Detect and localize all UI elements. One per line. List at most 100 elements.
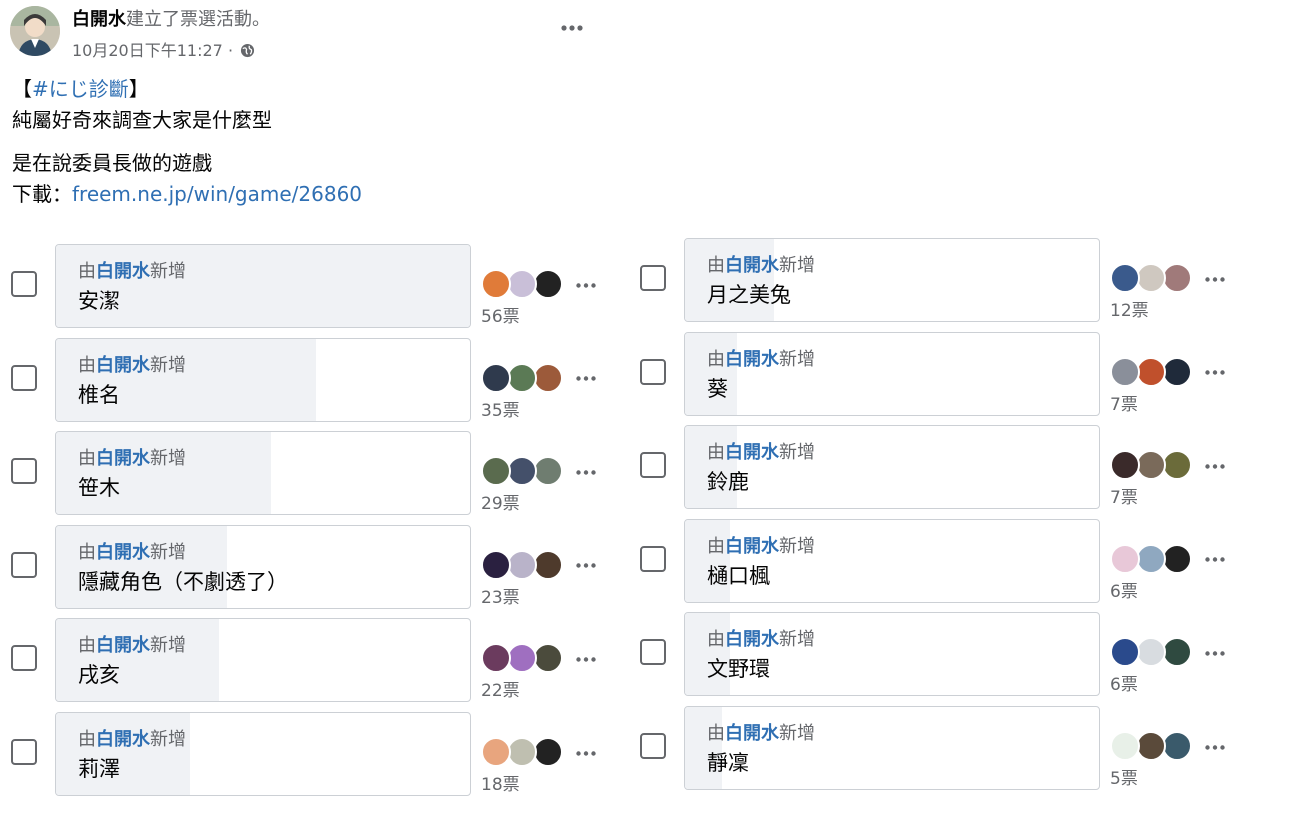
voter-avatars[interactable] [481,362,569,395]
added-by-name[interactable]: 白開水 [725,723,779,744]
voter-avatars[interactable] [1110,637,1198,669]
vote-count[interactable]: 7票 [1110,390,1138,415]
voter-avatar [481,643,511,674]
added-suffix: 新增 [779,255,815,276]
post-text-line2: 純屬好奇來調查大家是什麼型 [12,108,272,132]
added-prefix: 由 [707,535,725,557]
added-by-name[interactable]: 白開水 [725,349,779,370]
poll-option[interactable]: 由白開水新增 椎名 [55,337,471,422]
hashtag-link[interactable]: #にじ診斷 [32,77,129,101]
more-dots-icon[interactable] [571,457,601,487]
more-dots-icon[interactable] [1200,451,1230,481]
poll-option[interactable]: 由白開水新增 安潔 [55,244,471,328]
added-suffix: 新增 [150,261,186,282]
added-by-name[interactable]: 白開水 [96,355,150,376]
poll-option-checkbox[interactable] [11,364,37,391]
voter-avatars[interactable] [481,456,569,488]
added-by-name[interactable]: 白開水 [96,261,150,282]
added-by-name[interactable]: 白開水 [725,255,779,276]
voter-avatars[interactable] [481,737,569,769]
voter-avatars[interactable] [1110,543,1198,576]
author-avatar[interactable] [10,6,60,56]
poll-option-added-by: 由白開水新增 [78,351,186,377]
vote-count[interactable]: 6票 [1110,670,1138,695]
poll-option[interactable]: 由白開水新增 莉澤 [55,712,471,796]
poll-option[interactable]: 由白開水新增 靜凜 [684,706,1100,790]
added-by-name[interactable]: 白開水 [96,729,150,750]
voter-avatars[interactable] [1110,356,1198,389]
added-prefix: 由 [707,442,725,464]
download-link[interactable]: freem.ne.jp/win/game/26860 [72,182,362,206]
author-name[interactable]: 白開水 [72,9,126,30]
vote-count[interactable]: 22票 [481,676,520,701]
bracket-close: 】 [128,77,149,101]
more-dots-icon[interactable] [571,644,601,674]
poll-option-checkbox[interactable] [11,271,37,297]
vote-count[interactable]: 35票 [481,396,520,421]
poll-option-label: 隱藏角色（不劇透了） [78,569,288,594]
voter-avatars[interactable] [1110,450,1198,482]
vote-count[interactable]: 12票 [1110,296,1149,321]
post-text-line1: 【#にじ診斷】 [12,75,149,103]
vote-count[interactable]: 5票 [1110,764,1138,789]
poll-option[interactable]: 由白開水新增 文野環 [684,612,1100,697]
voter-avatar [1136,356,1166,387]
more-dots-icon[interactable] [1200,358,1230,388]
added-by-name[interactable]: 白開水 [96,542,150,563]
vote-count[interactable]: 7票 [1110,483,1138,508]
bracket-open: 【 [12,77,32,101]
voter-avatars[interactable] [1110,263,1198,295]
poll-option[interactable]: 由白開水新增 月之美兔 [684,238,1100,322]
more-dots-icon[interactable] [571,270,601,300]
poll-option-checkbox[interactable] [640,265,666,291]
voter-avatar [1110,637,1140,668]
added-suffix: 新增 [779,442,815,464]
more-dots-icon[interactable] [1200,545,1230,575]
poll-option[interactable]: 由白開水新增 隱藏角色（不劇透了） [55,524,471,609]
poll-option-checkbox[interactable] [11,645,37,672]
post-timestamp[interactable]: 10月20日下午11:27 [72,41,223,60]
poll-option-checkbox[interactable] [640,358,666,385]
poll-option-checkbox[interactable] [11,458,37,485]
added-by-name[interactable]: 白開水 [725,629,779,650]
more-dots-icon[interactable] [1200,732,1230,762]
more-dots-icon[interactable] [1200,638,1230,668]
voter-avatar [1136,263,1166,293]
added-by-name[interactable]: 白開水 [96,448,150,469]
poll-option[interactable]: 由白開水新增 樋口楓 [684,518,1100,603]
more-dots-icon[interactable] [1200,264,1230,294]
voter-avatars[interactable] [1110,731,1198,763]
more-dots-icon[interactable] [571,551,601,581]
meta-separator: · [227,41,234,60]
added-by-name[interactable]: 白開水 [725,536,779,557]
vote-count[interactable]: 18票 [481,770,520,795]
poll-option-label: 靜凜 [707,751,749,775]
voter-avatars[interactable] [481,549,569,582]
added-by-name[interactable]: 白開水 [96,635,150,656]
poll-option[interactable]: 由白開水新增葵 [684,331,1100,416]
vote-count[interactable]: 56票 [481,302,520,327]
globe-icon [240,42,255,64]
vote-count[interactable]: 23票 [481,583,520,608]
poll-option[interactable]: 由白開水新增 笹木 [55,431,471,516]
poll-option-checkbox[interactable] [11,739,37,765]
poll-option[interactable]: 由白開水新增 鈴鹿 [684,425,1100,510]
voter-avatars[interactable] [481,269,569,301]
added-prefix: 由 [78,729,96,750]
added-by-name[interactable]: 白開水 [725,442,779,463]
poll-option-checkbox[interactable] [640,733,666,759]
voter-avatar [1110,450,1140,481]
vote-count[interactable]: 6票 [1110,577,1138,602]
poll-option-checkbox[interactable] [11,551,37,578]
more-dots-icon[interactable] [558,14,586,42]
poll-option[interactable]: 由白開水新增 戌亥 [55,618,471,703]
vote-count[interactable]: 29票 [481,489,520,514]
added-suffix: 新增 [779,348,815,370]
poll-option-checkbox[interactable] [640,639,666,666]
poll-option-checkbox[interactable] [640,545,666,572]
more-dots-icon[interactable] [571,364,601,394]
more-dots-icon[interactable] [571,738,601,768]
voter-avatars[interactable] [481,643,569,675]
poll-option-checkbox[interactable] [640,452,666,479]
voter-avatar [481,737,511,767]
